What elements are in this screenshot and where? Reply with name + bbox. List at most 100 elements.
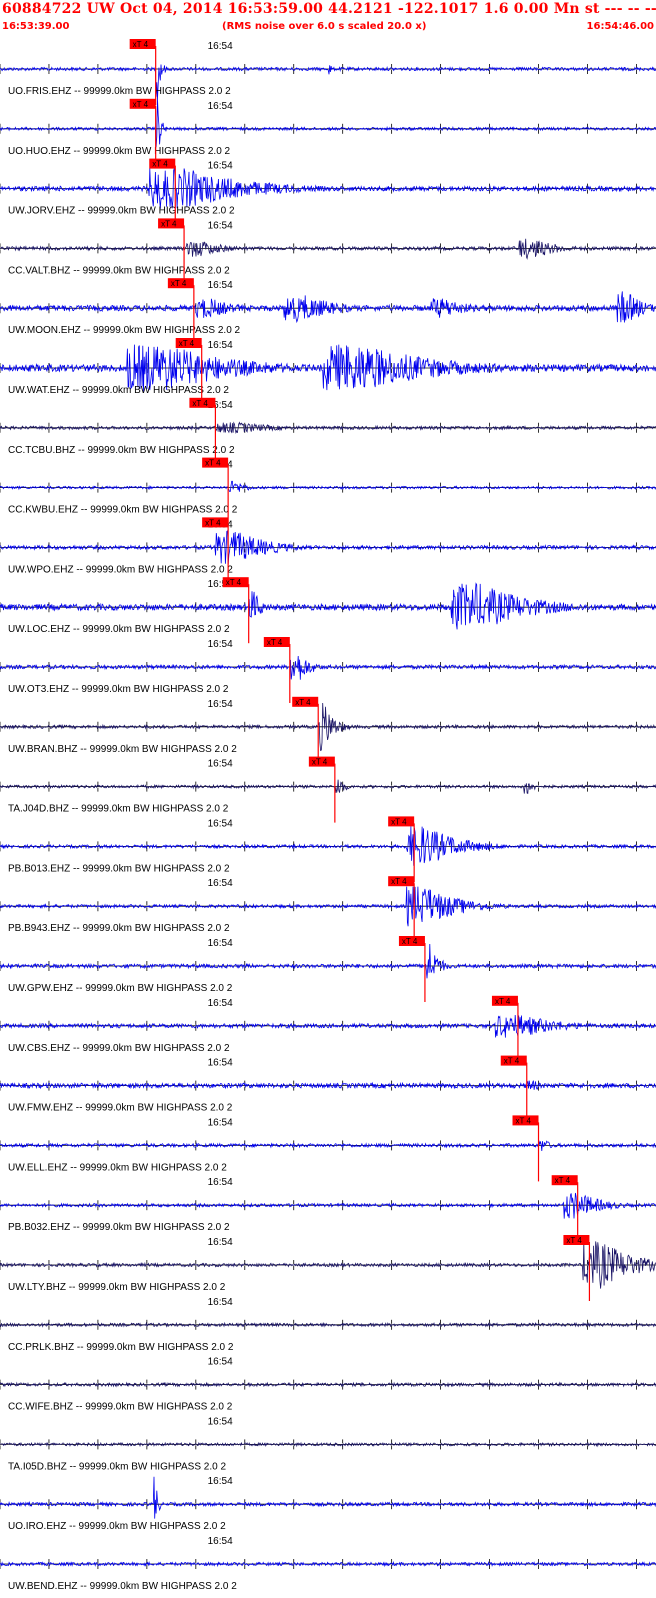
pick-label: xT 4: [179, 339, 195, 348]
waveform: [0, 1192, 656, 1219]
waveform: [0, 655, 656, 680]
minute-tick-label: 16:54: [208, 818, 233, 829]
station-label: UO.HUO.EHZ -- 99999.0km BW HIGHPASS 2.0 …: [8, 146, 231, 157]
station-label: UW.OT3.EHZ -- 99999.0km BW HIGHPASS 2.0 …: [8, 684, 229, 695]
station-label: PB.B013.EHZ -- 99999.0km BW HIGHPASS 2.0…: [8, 863, 230, 874]
end-time: 16:54:46.00: [586, 21, 654, 32]
scaling-note: (RMS noise over 6.0 s scaled 20.0 x): [222, 21, 427, 32]
pick-label: xT 4: [205, 459, 221, 468]
minute-tick-label: 16:54: [208, 1357, 233, 1368]
pick-label: xT 4: [152, 160, 168, 169]
pick-label: xT 4: [402, 937, 418, 946]
station-label: UW.WAT.EHZ -- 99999.0km BW HIGHPASS 2.0 …: [8, 385, 229, 396]
trace-row: 16:54 PB.B943.EHZ -- 99999.0km BW HIGHPAS…: [0, 876, 656, 943]
pick-label: xT 4: [391, 877, 407, 886]
minute-tick-label: 16:54: [208, 1416, 233, 1427]
station-label: CC.TCBU.BHZ -- 99999.0km BW HIGHPASS 2.0…: [8, 445, 235, 456]
station-label: CC.PRLK.BHZ -- 99999.0km BW HIGHPASS 2.0…: [8, 1342, 234, 1353]
station-label: UW.LOC.EHZ -- 99999.0km BW HIGHPASS 2.0 …: [8, 624, 230, 635]
waveform: [0, 943, 656, 979]
trace-row: 16:54 UW.JORV.EHZ -- 99999.0km BW HIGHPAS…: [0, 158, 656, 225]
trace-row: 16:54 UO.HUO.EHZ -- 99999.0km BW HIGHPASS…: [0, 98, 656, 165]
trace-row: 16:54 UW.WAT.EHZ -- 99999.0km BW HIGHPASS…: [0, 338, 656, 404]
station-label: CC.KWBU.EHZ -- 99999.0km BW HIGHPASS 2.0…: [8, 505, 238, 516]
event-title: 60884722 UW Oct 04, 2014 16:53:59.00 44.…: [2, 1, 656, 17]
station-label: CC.WIFE.BHZ -- 99999.0km BW HIGHPASS 2.0…: [8, 1402, 233, 1413]
trace-row: 16:54 UW.ELL.EHZ -- 99999.0km BW HIGHPASS…: [0, 1115, 656, 1182]
minute-tick-label: 16:54: [208, 1476, 233, 1487]
waveform: [0, 480, 656, 492]
pick-label: xT 4: [205, 518, 221, 527]
minute-tick-label: 16:54: [208, 878, 233, 889]
station-label: UO.IRO.EHZ -- 99999.0km BW HIGHPASS 2.0 …: [8, 1521, 226, 1532]
minute-tick-label: 16:54: [208, 220, 233, 231]
minute-tick-label: 16:54: [208, 699, 233, 710]
trace-row: 16:54 UO.FRIS.EHZ -- 99999.0km BW HIGHPAS…: [0, 39, 656, 105]
waveform: [0, 1014, 656, 1038]
pick-label: xT 4: [267, 638, 283, 647]
minute-tick-label: 16:54: [208, 1117, 233, 1128]
station-label: UO.FRIS.EHZ -- 99999.0km BW HIGHPASS 2.0…: [8, 86, 231, 97]
station-label: UW.JORV.EHZ -- 99999.0km BW HIGHPASS 2.0…: [8, 206, 235, 217]
minute-tick-label: 16:54: [208, 1536, 233, 1547]
trace-row: 16:54CC.TCBU.BHZ -- 99999.0km BW HIGHPAS…: [0, 397, 656, 464]
trace-row: 16:54 TA.I05D.BHZ -- 99999.0km BW HIGHPAS…: [0, 1416, 656, 1472]
station-label: UW.BEND.EHZ -- 99999.0km BW HIGHPASS 2.0…: [8, 1581, 237, 1592]
trace-row: 16:54 PB.B013.EHZ -- 99999.0km BW HIGHPAS…: [0, 816, 656, 883]
station-label: TA.J04D.BHZ -- 99999.0km BW HIGHPASS 2.0…: [8, 804, 229, 815]
start-time: 16:53:39.00: [2, 21, 70, 32]
pick-label: xT 4: [516, 1116, 532, 1125]
station-label: CC.VALT.BHZ -- 99999.0km BW HIGHPASS 2.0…: [8, 265, 230, 276]
pick-label: xT 4: [504, 1057, 520, 1066]
trace-row: 16:54UW.LOC.EHZ -- 99999.0km BW HIGHPASS…: [0, 577, 656, 644]
seismogram-plot: 16:54 UO.FRIS.EHZ -- 99999.0km BW HIGHPAS…: [0, 39, 656, 1592]
pick-label: xT 4: [171, 279, 187, 288]
waveform: [0, 1476, 656, 1519]
trace-row: 16:54 UW.BRAN.BHZ -- 99999.0km BW HIGHPAS…: [0, 696, 656, 763]
waveform: [0, 291, 656, 324]
trace-row: 16:54CC.KWBU.EHZ -- 99999.0km BW HIGHPAS…: [0, 457, 656, 524]
trace-row: 16:54 UW.GPW.EHZ -- 99999.0km BW HIGHPASS…: [0, 936, 656, 1002]
trace-row: 16:54 UW.MOON.EHZ -- 99999.0km BW HIGHPAS…: [0, 278, 656, 345]
minute-tick-label: 16:54: [208, 639, 233, 650]
pick-label: xT 4: [226, 578, 242, 587]
station-label: UW.FMW.EHZ -- 99999.0km BW HIGHPASS 2.0 …: [8, 1103, 233, 1114]
minute-tick-label: 16:54: [208, 998, 233, 1009]
pick-label: xT 4: [566, 1236, 582, 1245]
trace-row: 16:54 TA.J04D.BHZ -- 99999.0km BW HIGHPAS…: [0, 756, 656, 823]
pick-label: xT 4: [391, 817, 407, 826]
trace-row: 16:54 CC.WIFE.BHZ -- 99999.0km BW HIGHPAS…: [0, 1357, 656, 1413]
minute-tick-label: 16:54: [208, 280, 233, 291]
station-label: UW.ELL.EHZ -- 99999.0km BW HIGHPASS 2.0 …: [8, 1162, 227, 1173]
pick-label: xT 4: [295, 698, 311, 707]
minute-tick-label: 16:54: [208, 1237, 233, 1248]
minute-tick-label: 16:54: [208, 161, 233, 172]
minute-tick-label: 16:54: [208, 101, 233, 112]
trace-row: 16:54 UW.CBS.EHZ -- 99999.0km BW HIGHPASS…: [0, 995, 656, 1062]
pick-label: xT 4: [133, 40, 149, 49]
station-label: UW.GPW.EHZ -- 99999.0km BW HIGHPASS 2.0 …: [8, 983, 233, 994]
waveform: [0, 98, 656, 148]
waveform: [0, 582, 656, 630]
trace-row: 16:54 UW.BEND.EHZ -- 99999.0km BW HIGHPAS…: [0, 1536, 656, 1592]
minute-tick-label: 16:54: [208, 340, 233, 351]
trace-row: 16:54 CC.VALT.BHZ -- 99999.0km BW HIGHPAS…: [0, 218, 656, 285]
station-label: UW.CBS.EHZ -- 99999.0km BW HIGHPASS 2.0 …: [8, 1043, 230, 1054]
minute-tick-label: 16:54: [208, 41, 233, 52]
trace-row: 16:54 UW.FMW.EHZ -- 99999.0km BW HIGHPASS…: [0, 1055, 656, 1122]
station-label: TA.I05D.BHZ -- 99999.0km BW HIGHPASS 2.0…: [8, 1461, 226, 1472]
trace-row: 16:54 UW.LTY.BHZ -- 99999.0km BW HIGHPASS…: [0, 1235, 656, 1301]
minute-tick-label: 16:54: [208, 1177, 233, 1188]
pick-label: xT 4: [192, 399, 208, 408]
trace-row: 16:54 CC.PRLK.BHZ -- 99999.0km BW HIGHPAS…: [0, 1297, 656, 1353]
station-label: PB.B943.EHZ -- 99999.0km BW HIGHPASS 2.0…: [8, 923, 230, 934]
station-label: UW.MOON.EHZ -- 99999.0km BW HIGHPASS 2.0…: [8, 325, 241, 336]
pick-label: xT 4: [495, 997, 511, 1006]
minute-tick-label: 16:54: [208, 1058, 233, 1069]
trace-row: 16:54UW.WPO.EHZ -- 99999.0km BW HIGHPASS…: [0, 517, 656, 584]
pick-label: xT 4: [161, 219, 177, 228]
trace-row: 16:54 UW.OT3.EHZ -- 99999.0km BW HIGHPASS…: [0, 637, 656, 703]
station-label: UW.WPO.EHZ -- 99999.0km BW HIGHPASS 2.0 …: [8, 564, 233, 575]
minute-tick-label: 16:54: [208, 759, 233, 770]
minute-tick-label: 16:54: [208, 1297, 233, 1308]
